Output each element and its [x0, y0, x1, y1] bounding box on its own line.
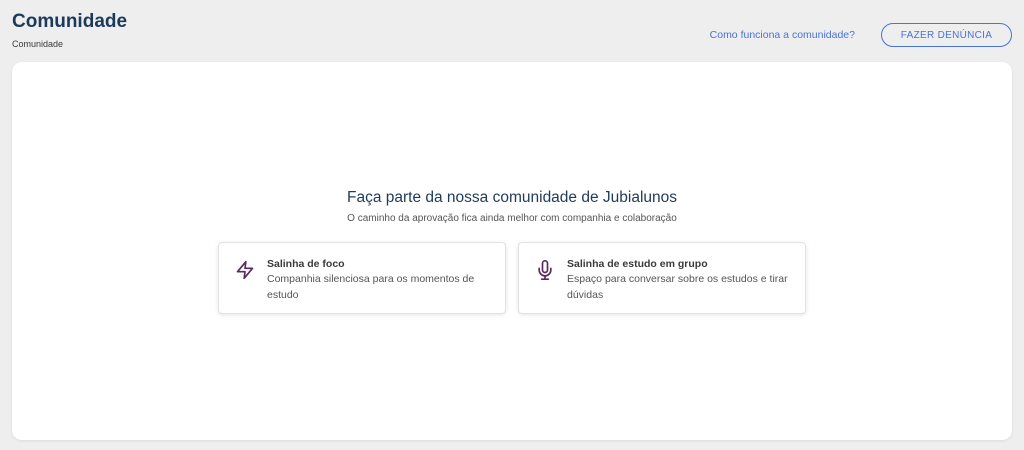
- intro-subheading: O caminho da aprovação fica ainda melhor…: [347, 213, 677, 224]
- intro-heading: Faça parte da nossa comunidade de Jubial…: [346, 189, 678, 206]
- intro-section: Faça parte da nossa comunidade de Jubial…: [12, 188, 1012, 226]
- breadcrumb: Comunidade: [12, 39, 64, 49]
- room-description: Companhia silenciosa para os momentos de…: [267, 273, 475, 301]
- page-title: Comunidade: [12, 11, 128, 32]
- rooms-list: Salinha de foco Companhia silenciosa par…: [218, 242, 806, 314]
- room-title: Salinha de foco: [267, 258, 345, 270]
- room-text: Salinha de foco Companhia silenciosa par…: [267, 257, 493, 313]
- lightning-bolt-icon: [235, 259, 255, 281]
- community-card: Faça parte da nossa comunidade de Jubial…: [12, 62, 1012, 440]
- room-card-group-study[interactable]: Salinha de estudo em grupo Espaço para c…: [518, 242, 806, 314]
- report-button[interactable]: FAZER DENÚNCIA: [881, 23, 1012, 47]
- microphone-icon: [535, 259, 555, 281]
- room-card-focus[interactable]: Salinha de foco Companhia silenciosa par…: [218, 242, 506, 314]
- room-description: Espaço para conversar sobre os estudos e…: [567, 273, 788, 301]
- room-text: Salinha de estudo em grupo Espaço para c…: [567, 257, 793, 313]
- room-title: Salinha de estudo em grupo: [567, 258, 708, 270]
- how-community-works-link[interactable]: Como funciona a comunidade?: [710, 28, 855, 42]
